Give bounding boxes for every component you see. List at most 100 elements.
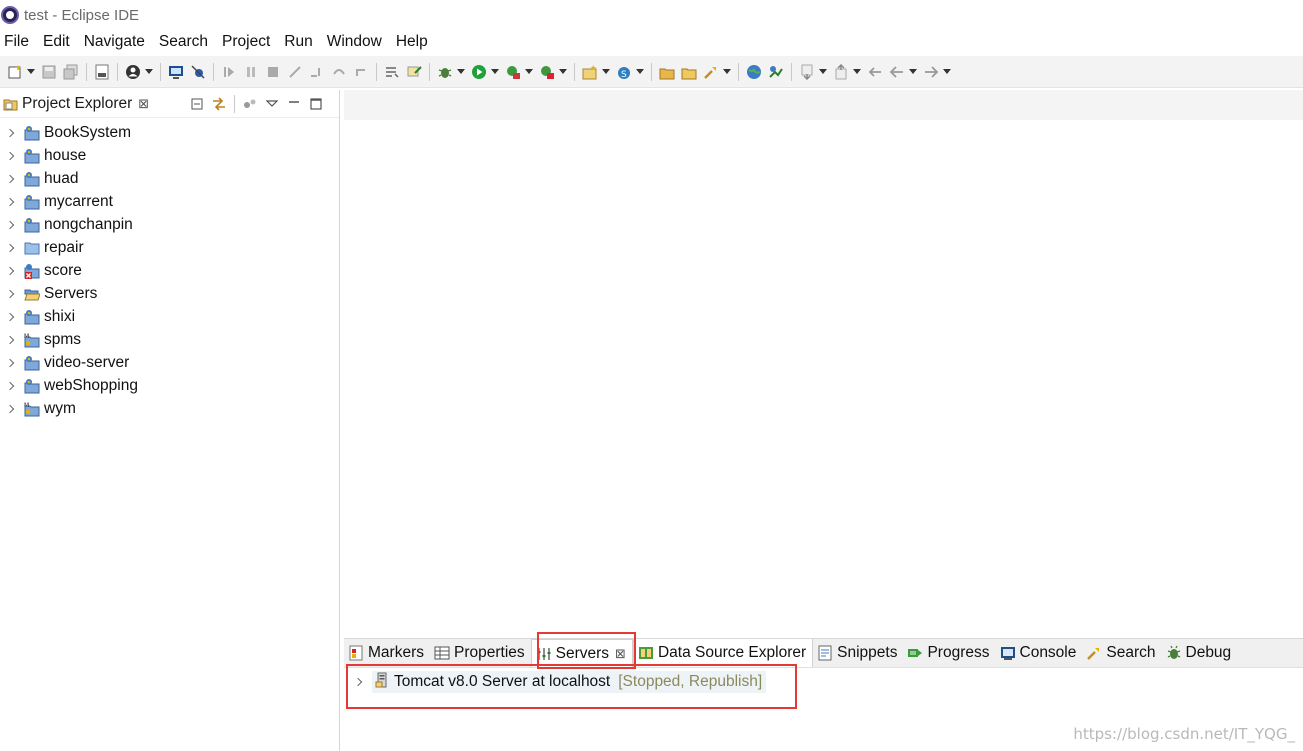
forward-dropdown[interactable] [942, 63, 952, 81]
new-java-project-icon[interactable] [581, 63, 599, 81]
terminal-icon[interactable] [167, 63, 185, 81]
open-type-icon[interactable] [658, 63, 676, 81]
close-icon[interactable]: ⊠ [138, 96, 149, 112]
maximize-icon[interactable] [307, 95, 325, 113]
menu-project[interactable]: Project [215, 33, 277, 51]
terminate-icon[interactable] [264, 63, 282, 81]
web-browser-icon[interactable] [745, 63, 763, 81]
previous-annotation-dropdown[interactable] [852, 63, 862, 81]
menu-navigate[interactable]: Navigate [77, 33, 152, 51]
new-class-dropdown[interactable] [635, 63, 645, 81]
editor-area[interactable] [344, 90, 1303, 636]
coverage-dropdown[interactable] [524, 63, 534, 81]
tree-item-huad[interactable]: huad [0, 167, 339, 190]
filters-icon[interactable] [241, 95, 259, 113]
tree-item-shixi[interactable]: shixi [0, 305, 339, 328]
tab-markers[interactable]: Markers [344, 639, 430, 667]
server-tree-item[interactable]: Tomcat v8.0 Server at localhost [Stopped… [354, 671, 767, 693]
tree-item-score[interactable]: score [0, 259, 339, 282]
expand-chevron-icon[interactable] [6, 245, 16, 251]
tree-item-spms[interactable]: M spms [0, 328, 339, 351]
search-toolbar-dropdown[interactable] [722, 63, 732, 81]
perspective-icon[interactable] [124, 63, 142, 81]
menu-search[interactable]: Search [152, 33, 215, 51]
tree-item-repair[interactable]: repair [0, 236, 339, 259]
tab-console[interactable]: Console [996, 639, 1083, 667]
new-icon[interactable] [6, 63, 24, 81]
step-over-icon[interactable] [330, 63, 348, 81]
back-icon[interactable] [888, 63, 906, 81]
save-icon[interactable] [40, 63, 58, 81]
new-class-icon[interactable]: S [615, 63, 633, 81]
step-into-icon[interactable] [308, 63, 326, 81]
link-with-editor-icon[interactable] [210, 95, 228, 113]
expand-chevron-icon[interactable] [6, 222, 16, 228]
menu-window[interactable]: Window [320, 33, 389, 51]
tab-data-source-explorer[interactable]: Data Source Explorer [632, 639, 814, 667]
expand-chevron-icon[interactable] [6, 199, 16, 205]
next-annotation-icon[interactable] [798, 63, 816, 81]
tab-properties[interactable]: Properties [430, 639, 531, 667]
server-entry[interactable]: Tomcat v8.0 Server at localhost [Stopped… [372, 671, 767, 693]
expand-chevron-icon[interactable] [6, 153, 16, 159]
back-dropdown[interactable] [908, 63, 918, 81]
debug-dropdown[interactable] [456, 63, 466, 81]
expand-chevron-icon[interactable] [6, 176, 16, 182]
debug-launch-icon[interactable] [436, 63, 454, 81]
tree-item-video-server[interactable]: video-server [0, 351, 339, 374]
tab-search[interactable]: Search [1082, 639, 1161, 667]
expand-chevron-icon[interactable] [6, 383, 16, 389]
tab-debug[interactable]: Debug [1162, 639, 1238, 667]
tree-item-house[interactable]: house [0, 144, 339, 167]
expand-chevron-icon[interactable] [6, 406, 16, 412]
close-icon[interactable]: ⊠ [615, 646, 626, 662]
use-step-filters-icon[interactable] [383, 63, 401, 81]
expand-chevron-icon[interactable] [6, 291, 16, 297]
tree-item-webshopping[interactable]: webShopping [0, 374, 339, 397]
tab-progress[interactable]: Progress [903, 639, 995, 667]
deploy-icon[interactable] [767, 63, 785, 81]
external-tools-icon[interactable] [405, 63, 423, 81]
tree-item-mycarrent[interactable]: mycarrent [0, 190, 339, 213]
expand-chevron-icon[interactable] [6, 360, 16, 366]
expand-chevron-icon[interactable] [6, 268, 16, 274]
tree-item-servers[interactable]: Servers [0, 282, 339, 305]
binary-icon[interactable] [93, 63, 111, 81]
tree-item-booksystem[interactable]: BookSystem [0, 121, 339, 144]
coverage-icon[interactable] [504, 63, 522, 81]
skip-breakpoints-icon[interactable] [189, 63, 207, 81]
run-external-dropdown[interactable] [558, 63, 568, 81]
disconnect-icon[interactable] [286, 63, 304, 81]
step-return-icon[interactable] [352, 63, 370, 81]
tab-servers[interactable]: Servers ⊠ [530, 639, 633, 667]
expand-chevron-icon[interactable] [6, 130, 16, 136]
collapse-all-icon[interactable] [188, 95, 206, 113]
menu-edit[interactable]: Edit [36, 33, 77, 51]
last-edit-location-icon[interactable] [866, 63, 884, 81]
new-dropdown[interactable] [26, 63, 36, 81]
expand-chevron-icon[interactable] [6, 337, 16, 343]
new-java-project-dropdown[interactable] [601, 63, 611, 81]
suspend-icon[interactable] [242, 63, 260, 81]
search-toolbar-icon[interactable] [702, 63, 720, 81]
tree-item-nongchanpin[interactable]: nongchanpin [0, 213, 339, 236]
perspective-dropdown[interactable] [144, 63, 154, 81]
run-icon[interactable] [470, 63, 488, 81]
resume-icon[interactable] [220, 63, 238, 81]
tab-snippets[interactable]: Snippets [813, 639, 903, 667]
tree-item-wym[interactable]: M wym [0, 397, 339, 420]
expand-chevron-icon[interactable] [354, 679, 364, 685]
save-all-icon[interactable] [62, 63, 80, 81]
forward-icon[interactable] [922, 63, 940, 81]
run-dropdown[interactable] [490, 63, 500, 81]
expand-chevron-icon[interactable] [6, 314, 16, 320]
menu-help[interactable]: Help [389, 33, 435, 51]
menu-file[interactable]: File [0, 33, 36, 51]
next-annotation-dropdown[interactable] [818, 63, 828, 81]
menu-run[interactable]: Run [277, 33, 319, 51]
minimize-icon[interactable] [285, 95, 303, 113]
project-explorer-title[interactable]: Project Explorer [22, 95, 132, 113]
view-menu-icon[interactable] [263, 95, 281, 113]
run-external-icon[interactable] [538, 63, 556, 81]
open-task-icon[interactable] [680, 63, 698, 81]
